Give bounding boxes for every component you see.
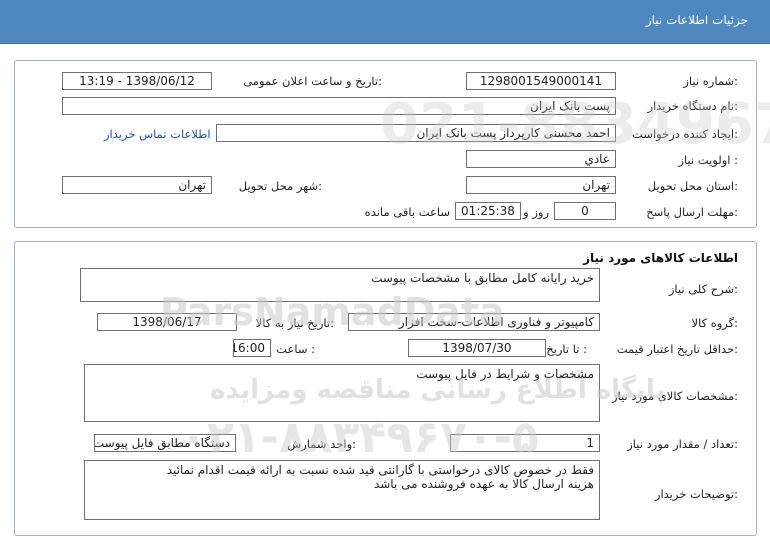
city-field: تهران [62, 176, 212, 194]
announce-datetime-label: تاريخ و ساعت اعلان عمومی: [243, 74, 382, 88]
province-label: استان محل تحويل: [647, 179, 738, 193]
page-title: جزئيات اطلاعات نياز [645, 13, 748, 27]
announce-datetime-field: 1398/06/12 - 13:19 [62, 72, 212, 90]
validity-time-field: 16:00 [233, 339, 271, 357]
buyer-contact-link[interactable]: اطلاعات تماس خريدار [104, 127, 211, 141]
validity-date-field: 1398/07/30 [408, 339, 546, 357]
need-number-label: شماره نياز: [683, 74, 738, 88]
goods-group-field: کامپيوتر و فناوری اطلاعات-سخت افزار [348, 313, 600, 331]
province-field: تهران [466, 176, 616, 194]
page-header: جزئيات اطلاعات نياز [0, 0, 770, 44]
price-validity-label: حداقل تاريخ اعتبار قيمت: [616, 342, 738, 356]
need-date-field: 1398/06/17 [97, 313, 237, 331]
until-date-label: تا تاريخ : [546, 342, 587, 356]
creator-label: ايجاد کننده درخواست: [632, 127, 738, 141]
summary-field: خريد رايانه کامل مطابق با مشخصات پيوست [80, 268, 600, 302]
need-number-field: 1298001549000141 [466, 72, 616, 90]
buyer-notes-line-2: هزينه ارسال کالا به عهده فروشنده می باشد [373, 477, 594, 491]
goods-group-label: گروه کالا: [691, 316, 738, 330]
summary-label: شرح کلی نياز: [668, 282, 738, 296]
unit-label: واحد شمارش: [287, 437, 356, 451]
deadline-days-unit: روز و [523, 205, 549, 219]
creator-field: احمد محسنی کارپرداز پست بانک ايران [216, 124, 616, 142]
quantity-label: تعداد / مقدار مورد نياز: [627, 437, 738, 451]
quantity-field: 1 [450, 434, 600, 452]
deadline-label: مهلت ارسال پاسخ: [646, 205, 738, 219]
priority-field: عادي [466, 150, 616, 168]
unit-field: دستگاه مطابق فايل پيوست [94, 434, 236, 452]
buyer-org-field: پست بانک ايران [62, 97, 616, 115]
buyer-notes-field: فقط در خصوص کالای درخواستی با گارانتی قي… [84, 460, 600, 520]
deadline-days-field: 0 [554, 202, 616, 220]
priority-label: اولويت نياز : [678, 153, 738, 167]
buyer-notes-label: توضيحات خريدار: [654, 487, 738, 501]
deadline-time-field: 01:25:38 [455, 202, 521, 220]
goods-section-title: اطلاعات کالاهای مورد نياز [583, 251, 738, 265]
city-label: شهر محل تحويل: [238, 179, 322, 193]
specs-field: مشخصات و شرايط در فايل پيوست [84, 364, 600, 422]
buyer-org-label: نام دستگاه خريدار: [647, 99, 738, 113]
buyer-notes-line-1: فقط در خصوص کالای درخواستی با گارانتی قي… [166, 463, 594, 477]
need-date-label: تاريخ نياز به کالا: [255, 316, 334, 330]
deadline-time-unit: ساعت باقی مانده [364, 205, 450, 219]
specs-label: مشخصات کالای مورد نياز: [611, 389, 738, 403]
validity-hour-label: ساعت : [276, 342, 315, 356]
